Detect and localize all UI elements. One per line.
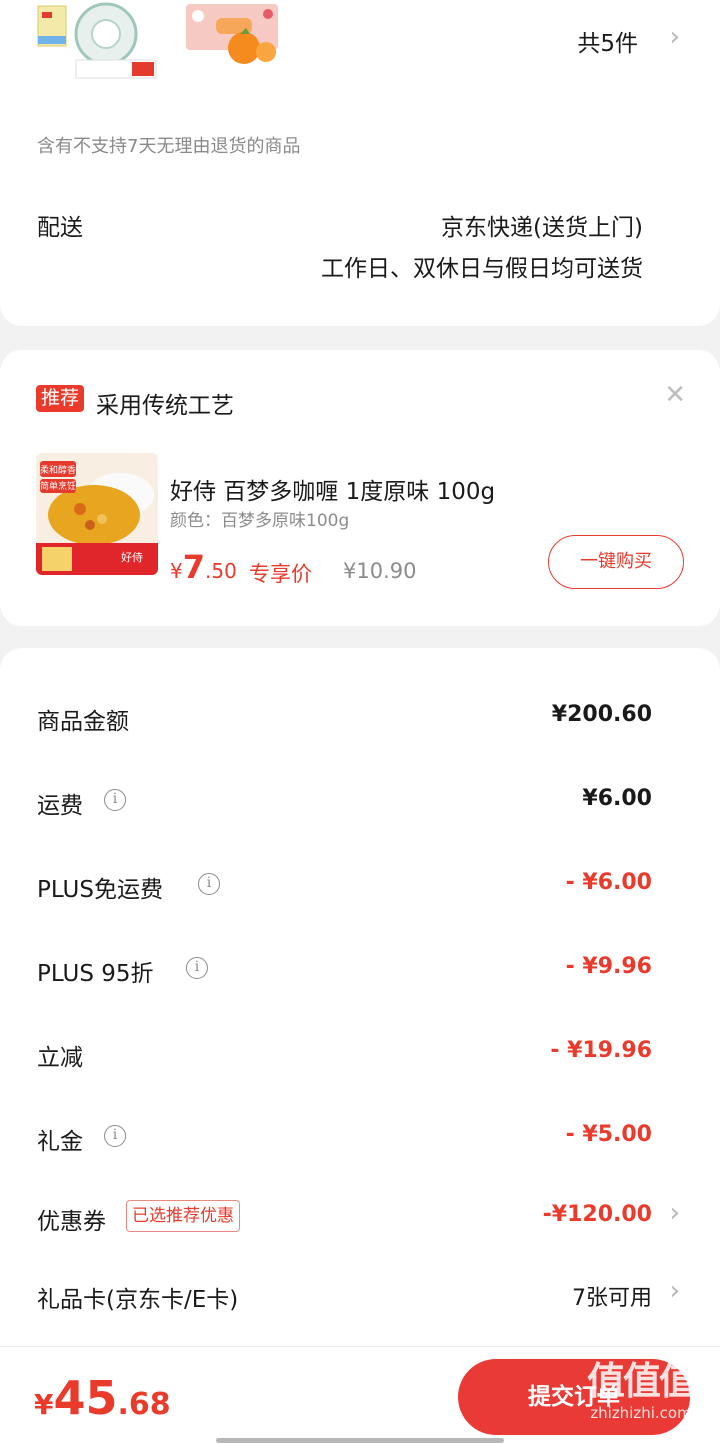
summary-value: ¥6.00 [582, 786, 652, 811]
no-return-notice: 含有不支持7天无理由退货的商品 [37, 136, 301, 157]
summary-row-cash-gift: 礼金 i - ¥5.00 [0, 1116, 720, 1156]
summary-label: 运费 [37, 793, 83, 819]
shipping-method[interactable]: 京东快递(送货上门) [441, 208, 643, 242]
summary-value: 7张可用 [572, 1286, 652, 1311]
summary-label: 优惠券 [37, 1209, 106, 1235]
item-count[interactable]: 共5件 [577, 24, 638, 58]
shipping-label: 配送 [37, 215, 83, 241]
coupon-selected-tag: 已选推荐优惠 [126, 1200, 240, 1232]
info-icon[interactable]: i [104, 1125, 126, 1147]
shipping-schedule[interactable]: 工作日、双休日与假日均可送货 [321, 249, 643, 283]
summary-label: 立减 [37, 1045, 83, 1071]
chevron-right-icon[interactable]: › [670, 22, 680, 52]
recommend-badge: 推荐 [36, 385, 85, 412]
summary-value: -¥120.00 [542, 1202, 652, 1227]
summary-row-gift-card[interactable]: 礼品卡(京东卡/E卡) 7张可用 › [0, 1274, 720, 1314]
summary-label: 礼品卡(京东卡/E卡) [37, 1287, 239, 1313]
exclusive-price-tag: 专享价 [249, 562, 312, 586]
summary-row-coupon[interactable]: 优惠券 已选推荐优惠 -¥120.00 › [0, 1196, 720, 1236]
summary-label: 礼金 [37, 1129, 83, 1155]
summary-value: - ¥9.96 [565, 954, 652, 979]
summary-value: - ¥19.96 [550, 1038, 652, 1063]
image-text-2: 简单烹饪 [40, 480, 76, 492]
image-brand: 好侍 [121, 550, 143, 564]
original-price: ¥10.90 [343, 559, 417, 583]
summary-value: - ¥5.00 [565, 1122, 652, 1147]
info-icon[interactable]: i [198, 873, 220, 895]
recommend-title: 采用传统工艺 [96, 393, 234, 419]
checkout-bar: ¥45.68 提交订单 [0, 1346, 720, 1444]
order-total: ¥45.68 [34, 1371, 171, 1425]
summary-label: PLUS 95折 [37, 961, 154, 987]
summary-label: PLUS免运费 [37, 877, 163, 903]
info-icon[interactable]: i [186, 957, 208, 979]
submit-order-button[interactable]: 提交订单 [458, 1359, 690, 1435]
close-icon[interactable]: ✕ [664, 380, 686, 410]
one-click-buy-button[interactable]: 一键购买 [548, 535, 684, 589]
recommendation-card: 推荐 采用传统工艺 ✕ 柔和醇香 简单烹饪 好侍 好侍 百梦多咖喱 1度原味 1… [0, 350, 720, 626]
recommend-product-name[interactable]: 好侍 百梦多咖喱 1度原味 100g [170, 472, 495, 506]
recommend-product-spec: 颜色：百梦多原味100g [170, 511, 350, 531]
image-text-1: 柔和醇香 [40, 464, 76, 476]
summary-row-shipping-fee: 运费 i ¥6.00 [0, 780, 720, 820]
product-thumbnail-tissue-box[interactable] [182, 0, 288, 66]
summary-value: - ¥6.00 [565, 870, 652, 895]
summary-row-goods-amount: 商品金额 ¥200.60 [0, 696, 720, 736]
order-items-card: 共5件 › 含有不支持7天无理由退货的商品 配送 京东快递(送货上门) 工作日、… [0, 0, 720, 326]
summary-row-plus-discount: PLUS 95折 i - ¥9.96 [0, 948, 720, 988]
chevron-right-icon[interactable]: › [670, 1198, 680, 1228]
summary-value: ¥200.60 [551, 702, 652, 727]
info-icon[interactable]: i [104, 789, 126, 811]
summary-row-instant-reduction: 立减 - ¥19.96 [0, 1032, 720, 1072]
recommend-price: ¥7.50 [170, 548, 237, 586]
home-indicator[interactable] [216, 1438, 504, 1443]
product-thumbnail-tape[interactable] [36, 0, 158, 80]
chevron-right-icon[interactable]: › [670, 1276, 680, 1306]
summary-label: 商品金额 [37, 709, 129, 735]
price-summary-card: 商品金额 ¥200.60 运费 i ¥6.00 PLUS免运费 i - ¥6.0… [0, 648, 720, 1368]
recommend-product-image[interactable]: 柔和醇香 简单烹饪 好侍 [36, 453, 158, 575]
summary-row-plus-free-shipping: PLUS免运费 i - ¥6.00 [0, 864, 720, 904]
